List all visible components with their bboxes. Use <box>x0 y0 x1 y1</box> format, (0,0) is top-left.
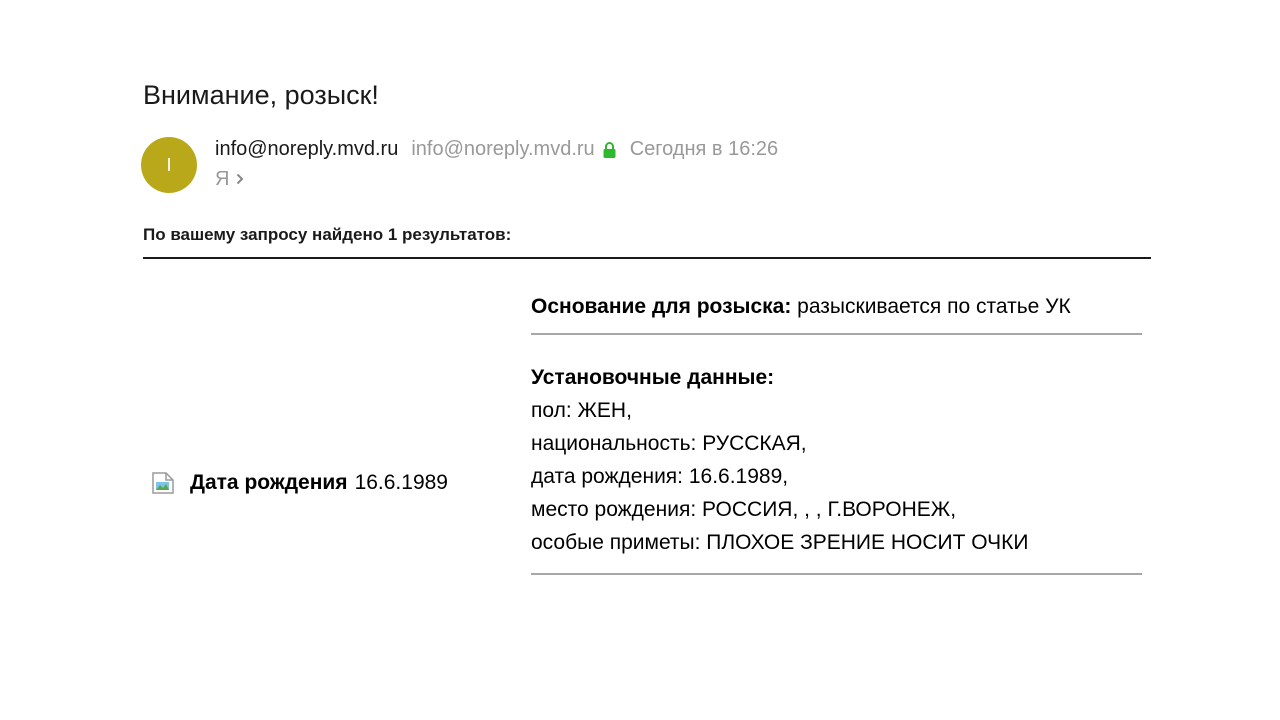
detail-line-birthdate: дата рождения: 16.6.1989, <box>531 465 789 488</box>
avatar[interactable]: I <box>141 137 197 193</box>
basis-label: Основание для розыска: <box>531 295 792 318</box>
birthdate-value: 16.6.1989 <box>354 471 448 494</box>
lock-icon <box>603 142 616 158</box>
email-subject: Внимание, розыск! <box>143 80 379 110</box>
basis-value: разыскивается по статье УК <box>797 295 1071 318</box>
detail-line-sex: пол: ЖЕН, <box>531 399 632 422</box>
details-divider-bottom <box>531 573 1142 575</box>
chevron-right-icon <box>237 173 244 185</box>
detail-line-features: особые приметы: ПЛОХОЕ ЗРЕНИЕ НОСИТ ОЧКИ <box>531 531 1029 554</box>
sender-line: info@noreply.mvd.ru info@noreply.mvd.ru … <box>215 135 778 163</box>
email-date: Сегодня в 16:26 <box>629 138 779 160</box>
birthdate-label: Дата рождения <box>190 471 348 494</box>
details-title: Установочные данные: <box>531 366 775 389</box>
recipient-name: Я <box>215 168 230 190</box>
photo-cell: Дата рождения 16.6.1989 <box>150 466 448 500</box>
avatar-letter: I <box>166 154 172 175</box>
details-block: Установочные данные: пол: ЖЕН, националь… <box>531 361 1142 559</box>
email-view: Внимание, розыск! I info@noreply.mvd.ru … <box>0 0 1280 720</box>
sender-name[interactable]: info@noreply.mvd.ru <box>215 135 398 163</box>
recipient-line[interactable]: Я <box>215 165 244 193</box>
details-cell: Основание для розыска: разыскивается по … <box>531 290 1142 575</box>
results-divider <box>143 257 1151 259</box>
detail-line-nationality: национальность: РУССКАЯ, <box>531 432 807 455</box>
detail-line-birthplace: место рождения: РОССИЯ, , , Г.ВОРОНЕЖ, <box>531 498 957 521</box>
sender-email[interactable]: info@noreply.mvd.ru <box>411 135 594 163</box>
broken-image-icon <box>152 472 174 494</box>
basis-row: Основание для розыска: разыскивается по … <box>531 290 1142 323</box>
details-divider-top <box>531 333 1142 335</box>
results-title: По вашему запросу найдено 1 результатов: <box>143 225 512 244</box>
